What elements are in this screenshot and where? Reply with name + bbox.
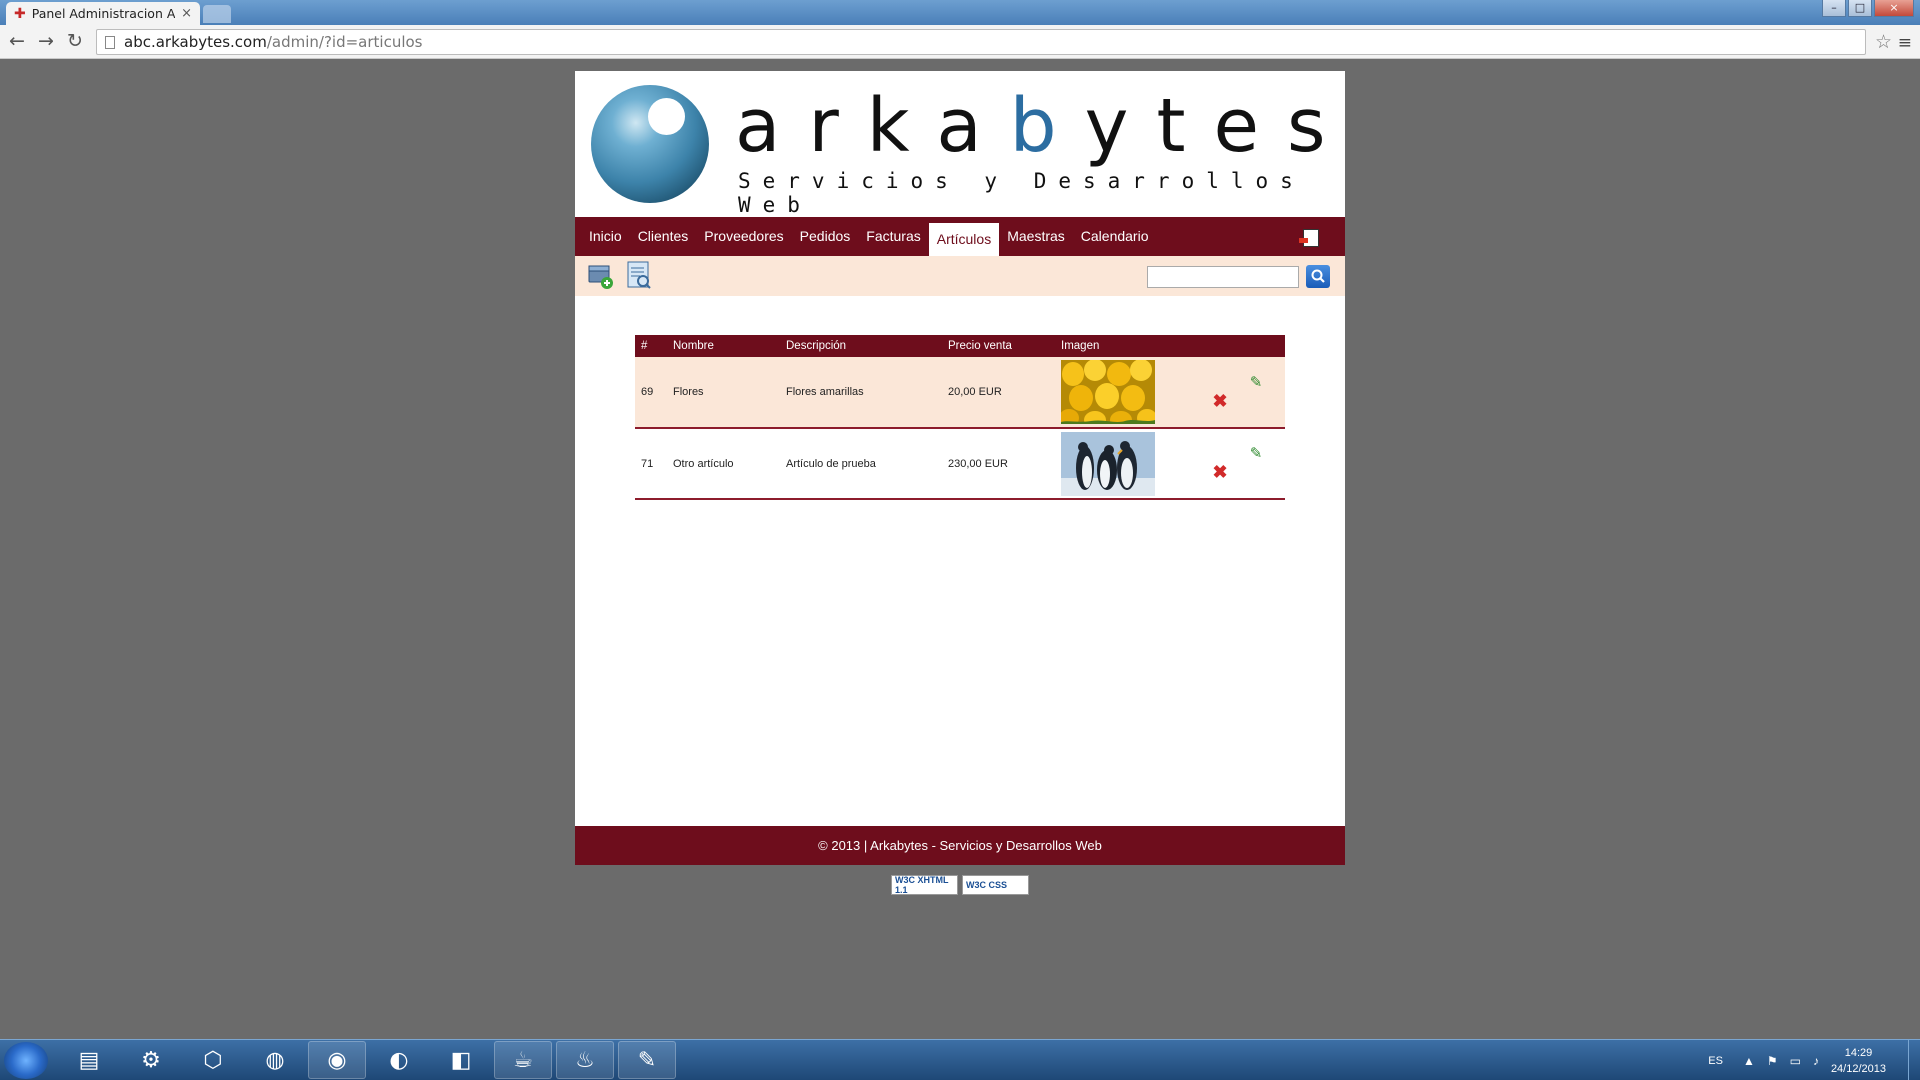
cell-actions: ✎ ✖ — [1190, 357, 1285, 428]
edit-pencil-icon[interactable]: ✎ — [1246, 373, 1266, 391]
col-actions — [1190, 335, 1285, 357]
gimp-icon[interactable]: ✎ — [618, 1041, 676, 1079]
clock-time: 14:29 — [1844, 1046, 1873, 1059]
brand-slogan: Servicios y Desarrollos Web — [738, 169, 1305, 217]
main-nav: Inicio Clientes Proveedores Pedidos Fact… — [575, 217, 1345, 256]
clock[interactable]: 14:29 24/12/2013 — [1831, 1045, 1886, 1077]
eclipse-icon[interactable]: ◐ — [370, 1041, 428, 1079]
network-tray-icon[interactable]: ▭ — [1790, 1054, 1801, 1068]
window-controls: – □ × — [1822, 0, 1914, 17]
logout-icon[interactable] — [1299, 229, 1319, 247]
catalog-search-icon[interactable] — [625, 260, 653, 290]
cell-id: 69 — [641, 386, 654, 398]
virtualbox-icon[interactable]: ⬡ — [184, 1041, 242, 1079]
clock-date: 24/12/2013 — [1830, 1062, 1886, 1075]
action-center-flag-icon[interactable]: ⚑ — [1767, 1054, 1778, 1068]
cell-description: Flores amarillas — [786, 386, 864, 398]
content-area: # Nombre Descripción Precio venta Imagen… — [575, 296, 1345, 826]
nav-articulos[interactable]: Artículos — [928, 223, 1000, 256]
nav-proveedores[interactable]: Proveedores — [696, 217, 791, 256]
steam-icon[interactable]: ♨ — [556, 1041, 614, 1079]
firefox-icon[interactable]: ◍ — [246, 1041, 304, 1079]
show-hidden-icons[interactable]: ▲ — [1743, 1054, 1755, 1068]
address-bar[interactable]: abc.arkabytes.com/admin/?id=articulos — [96, 29, 1866, 55]
bookmark-star-icon[interactable]: ☆ — [1875, 31, 1892, 53]
brand-logo: arkabytes — [735, 83, 1354, 169]
show-desktop-button[interactable] — [1908, 1040, 1920, 1080]
add-article-icon[interactable] — [586, 262, 614, 290]
system-tray: ES ▲ ⚑ ▭ ♪ 14:29 24/12/2013 — [1708, 1040, 1920, 1080]
windows-taskbar: ▤ ⚙ ⬡ ◍ ◉ ◐ ◧ ☕ ♨ ✎ ES ▲ ⚑ ▭ ♪ 14:29 24/… — [0, 1039, 1920, 1080]
cell-name: Flores — [673, 386, 704, 398]
w3c-css-badge[interactable]: W3C CSS — [962, 875, 1029, 895]
reload-button[interactable]: ↻ — [64, 31, 86, 51]
browser-menu-icon[interactable]: ≡ — [1898, 33, 1912, 53]
admin-page: arkabytes Servicios y Desarrollos Web In… — [575, 71, 1345, 865]
start-button[interactable] — [4, 1042, 48, 1079]
nav-facturas[interactable]: Facturas — [858, 217, 928, 256]
volume-icon[interactable]: ♪ — [1813, 1054, 1819, 1068]
col-id: # — [635, 335, 667, 357]
file-explorer-icon[interactable]: ▤ — [60, 1041, 118, 1079]
tab-title: Panel Administracion ABC — [31, 6, 176, 21]
table-row: 69 Flores Flores amarillas 20,00 EUR ✎ ✖ — [635, 357, 1285, 428]
logo-sphere-icon — [591, 85, 709, 203]
col-precio: Precio venta — [942, 335, 1055, 357]
nav-clientes[interactable]: Clientes — [630, 217, 697, 256]
edit-pencil-icon[interactable]: ✎ — [1246, 444, 1266, 462]
new-tab-button[interactable] — [203, 5, 231, 23]
browser-tab-active[interactable]: ✚ Panel Administracion ABC × — [6, 2, 200, 25]
validation-badges: W3C XHTML 1.1 W3C CSS — [891, 875, 1029, 895]
nav-maestras[interactable]: Maestras — [999, 217, 1073, 256]
articles-table: # Nombre Descripción Precio venta Imagen… — [635, 335, 1285, 500]
tab-close-button[interactable]: × — [181, 6, 192, 21]
forward-button[interactable]: → — [35, 31, 57, 51]
cube-icon[interactable]: ◧ — [432, 1041, 490, 1079]
search-button[interactable] — [1306, 265, 1330, 288]
network-icon[interactable]: ⚙ — [122, 1041, 180, 1079]
language-indicator[interactable]: ES — [1708, 1055, 1723, 1067]
site-footer: © 2013 | Arkabytes - Servicios y Desarro… — [575, 826, 1345, 865]
cell-id: 71 — [641, 457, 654, 470]
browser-toolbar: ← → ↻ abc.arkabytes.com/admin/?id=articu… — [0, 25, 1920, 59]
url-host: abc.arkabytes.com — [124, 33, 267, 51]
cell-image — [1055, 357, 1190, 428]
search-input[interactable] — [1147, 266, 1299, 288]
cell-price: 230,00 EUR — [948, 457, 1008, 470]
delete-x-icon[interactable]: ✖ — [1210, 462, 1230, 483]
search-icon — [1311, 269, 1325, 283]
url-path: /admin/?id=articulos — [266, 33, 423, 51]
nav-inicio[interactable]: Inicio — [581, 217, 630, 256]
yellow-tulips-image — [1061, 360, 1155, 424]
col-descripcion: Descripción — [780, 335, 942, 357]
page-icon — [105, 35, 115, 49]
cell-name: Otro artículo — [673, 457, 734, 470]
favicon-icon: ✚ — [14, 5, 26, 22]
cell-price: 20,00 EUR — [948, 386, 1002, 398]
col-imagen: Imagen — [1055, 335, 1190, 357]
cell-actions: ✎ ✖ — [1190, 428, 1285, 499]
site-header: arkabytes Servicios y Desarrollos Web — [575, 71, 1345, 217]
cell-description: Artículo de prueba — [786, 457, 876, 470]
chrome-icon[interactable]: ◉ — [308, 1041, 366, 1079]
cell-image — [1055, 428, 1190, 499]
close-window-button[interactable]: × — [1874, 0, 1914, 17]
minimize-button[interactable]: – — [1822, 0, 1846, 17]
back-button[interactable]: ← — [6, 31, 28, 51]
delete-x-icon[interactable]: ✖ — [1210, 391, 1230, 412]
java-ee-icon[interactable]: ☕ — [494, 1041, 552, 1079]
table-row: 71 Otro artículo Artículo de prueba 230,… — [635, 428, 1285, 499]
window-titlebar: ✚ Panel Administracion ABC × – □ × — [0, 0, 1920, 25]
nav-pedidos[interactable]: Pedidos — [792, 217, 859, 256]
w3c-xhtml-badge[interactable]: W3C XHTML 1.1 — [891, 875, 958, 895]
penguins-image — [1061, 431, 1155, 496]
nav-calendario[interactable]: Calendario — [1073, 217, 1157, 256]
table-header-row: # Nombre Descripción Precio venta Imagen — [635, 335, 1285, 357]
toolbar-actions — [575, 256, 1345, 296]
col-nombre: Nombre — [667, 335, 780, 357]
maximize-button[interactable]: □ — [1848, 0, 1872, 17]
